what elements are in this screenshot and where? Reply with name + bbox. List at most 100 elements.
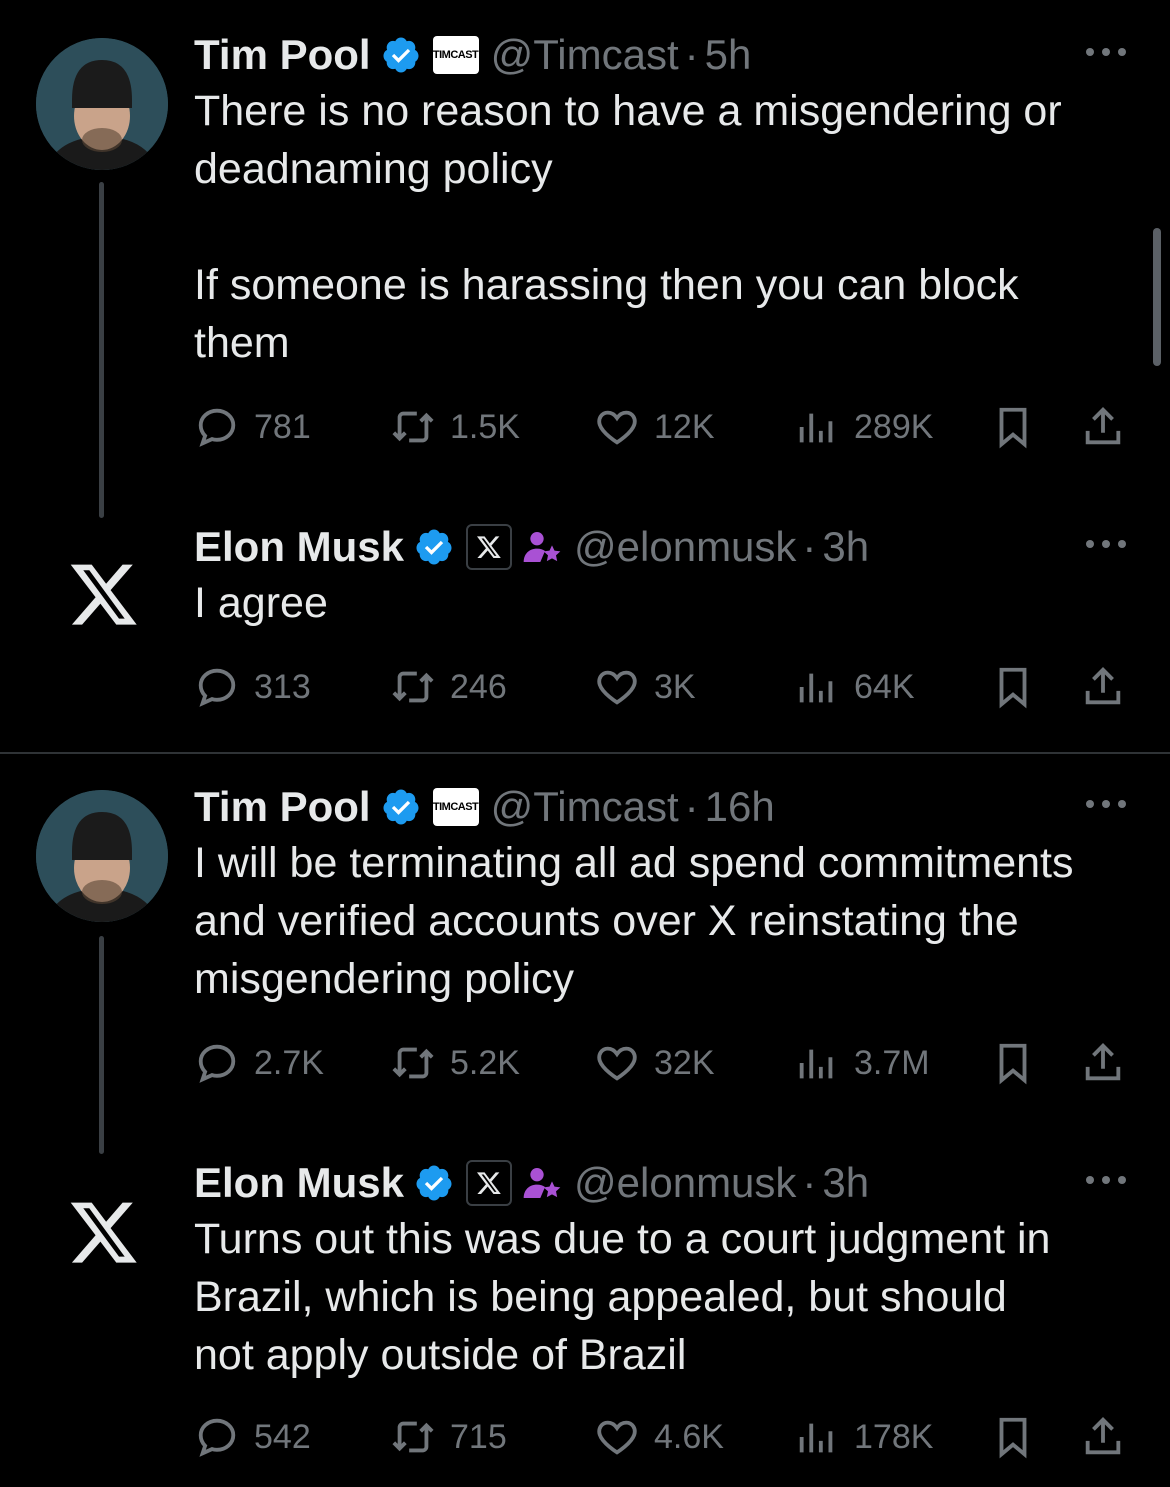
verified-badge-icon[interactable] bbox=[381, 787, 421, 827]
verified-badge-icon[interactable] bbox=[414, 527, 454, 567]
tweet-header: Tim Pool TIMCAST @Timcast · 5h bbox=[194, 31, 1130, 79]
verified-badge-icon[interactable] bbox=[381, 35, 421, 75]
heart-icon bbox=[597, 670, 637, 705]
bookmark-icon bbox=[999, 667, 1027, 709]
share-icon bbox=[1085, 1417, 1121, 1455]
share-button[interactable] bbox=[1080, 664, 1126, 715]
share-button[interactable] bbox=[1080, 1040, 1126, 1091]
more-options-icon[interactable] bbox=[1082, 42, 1130, 62]
like-button[interactable]: 3K bbox=[594, 664, 696, 710]
like-button[interactable]: 12K bbox=[594, 404, 715, 450]
repost-button[interactable]: 5.2K bbox=[390, 1040, 520, 1086]
reply-count: 2.7K bbox=[254, 1043, 324, 1082]
reply-button[interactable]: 542 bbox=[194, 1414, 311, 1460]
x-icon bbox=[477, 536, 501, 559]
views-button[interactable]: 64K bbox=[794, 664, 915, 710]
share-icon bbox=[1085, 667, 1121, 705]
repost-button[interactable]: 715 bbox=[390, 1414, 507, 1460]
separator-dot: · bbox=[802, 1159, 817, 1206]
timestamp[interactable]: 3h bbox=[822, 1159, 869, 1207]
more-options-icon[interactable] bbox=[1082, 794, 1130, 814]
bookmark-icon bbox=[999, 407, 1027, 449]
tweet-header: Tim Pool TIMCAST @Timcast · 16h bbox=[194, 783, 1130, 831]
repost-icon bbox=[392, 671, 434, 703]
handle[interactable]: @Timcast bbox=[491, 783, 679, 831]
views-icon bbox=[799, 1423, 833, 1453]
separator-dot: · bbox=[802, 523, 817, 570]
person-star-icon[interactable] bbox=[522, 1163, 562, 1203]
tweet-text: I agree bbox=[194, 579, 328, 627]
handle[interactable]: @Timcast bbox=[491, 31, 679, 79]
bookmark-button[interactable] bbox=[990, 404, 1036, 455]
bookmark-button[interactable] bbox=[990, 1414, 1036, 1465]
like-count: 12K bbox=[654, 407, 715, 446]
action-bar: 2.7K 5.2K 32K 3.7M bbox=[194, 1040, 1134, 1090]
separator-dot: · bbox=[684, 783, 699, 830]
share-button[interactable] bbox=[1080, 404, 1126, 455]
views-count: 289K bbox=[854, 407, 934, 446]
views-icon bbox=[799, 673, 833, 703]
more-options-icon[interactable] bbox=[1082, 534, 1130, 554]
views-icon bbox=[799, 413, 833, 443]
x-logo-avatar-icon[interactable] bbox=[68, 1196, 140, 1268]
handle[interactable]: @elonmusk bbox=[574, 523, 796, 571]
tweet-text: I will be terminating all ad spend commi… bbox=[194, 839, 1074, 1003]
views-icon bbox=[799, 1049, 833, 1079]
display-name[interactable]: Elon Musk bbox=[194, 523, 404, 571]
heart-icon bbox=[597, 410, 637, 445]
display-name[interactable]: Tim Pool bbox=[194, 31, 371, 79]
repost-button[interactable]: 246 bbox=[390, 664, 507, 710]
like-button[interactable]: 4.6K bbox=[594, 1414, 724, 1460]
views-count: 3.7M bbox=[854, 1043, 930, 1082]
reply-button[interactable]: 781 bbox=[194, 404, 311, 450]
repost-button[interactable]: 1.5K bbox=[390, 404, 520, 450]
reply-icon bbox=[198, 668, 236, 707]
share-icon bbox=[1085, 407, 1121, 445]
views-button[interactable]: 3.7M bbox=[794, 1040, 930, 1086]
like-button[interactable]: 32K bbox=[594, 1040, 715, 1086]
reply-icon bbox=[198, 1044, 236, 1083]
handle[interactable]: @elonmusk bbox=[574, 1159, 796, 1207]
views-count: 178K bbox=[854, 1417, 934, 1456]
verified-badge-icon[interactable] bbox=[414, 1163, 454, 1203]
tweet-text: Turns out this was due to a court judgme… bbox=[194, 1215, 1051, 1379]
thread-line bbox=[99, 182, 104, 518]
display-name[interactable]: Elon Musk bbox=[194, 1159, 404, 1207]
avatar[interactable] bbox=[36, 790, 168, 922]
x-affiliate-badge[interactable] bbox=[466, 524, 513, 570]
more-options-icon[interactable] bbox=[1082, 1170, 1130, 1190]
affiliate-badge[interactable]: TIMCAST bbox=[432, 788, 479, 826]
action-bar: 781 1.5K 12K 289K bbox=[194, 404, 1134, 454]
scrollbar[interactable] bbox=[1153, 228, 1161, 366]
timestamp[interactable]: 3h bbox=[822, 523, 869, 571]
timestamp[interactable]: 16h bbox=[705, 783, 775, 831]
reply-count: 313 bbox=[254, 667, 311, 706]
share-icon bbox=[1085, 1043, 1121, 1081]
reply-icon bbox=[198, 408, 236, 447]
repost-count: 246 bbox=[450, 667, 507, 706]
person-star-icon[interactable] bbox=[522, 527, 562, 567]
affiliate-badge[interactable]: TIMCAST bbox=[432, 36, 479, 74]
heart-icon bbox=[597, 1046, 637, 1081]
views-button[interactable]: 178K bbox=[794, 1414, 933, 1460]
avatar[interactable] bbox=[36, 38, 168, 170]
x-affiliate-badge[interactable] bbox=[466, 1160, 513, 1206]
thread-line bbox=[99, 936, 104, 1154]
x-logo-avatar-icon[interactable] bbox=[68, 558, 140, 630]
bookmark-icon bbox=[999, 1417, 1027, 1459]
reply-button[interactable]: 2.7K bbox=[194, 1040, 324, 1086]
like-count: 4.6K bbox=[654, 1417, 724, 1456]
views-button[interactable]: 289K bbox=[794, 404, 933, 450]
reply-icon bbox=[198, 1418, 236, 1457]
reply-button[interactable]: 313 bbox=[194, 664, 311, 710]
bookmark-button[interactable] bbox=[990, 1040, 1036, 1091]
display-name[interactable]: Tim Pool bbox=[194, 783, 371, 831]
reply-count: 542 bbox=[254, 1417, 311, 1456]
tweet-header: Elon Musk @elonmusk · 3h bbox=[194, 1159, 1130, 1207]
timestamp[interactable]: 5h bbox=[705, 31, 752, 79]
repost-count: 715 bbox=[450, 1417, 507, 1456]
bookmark-button[interactable] bbox=[990, 664, 1036, 715]
share-button[interactable] bbox=[1080, 1414, 1126, 1465]
views-count: 64K bbox=[854, 667, 915, 706]
tweet-text: There is no reason to have a misgenderin… bbox=[194, 87, 1062, 367]
